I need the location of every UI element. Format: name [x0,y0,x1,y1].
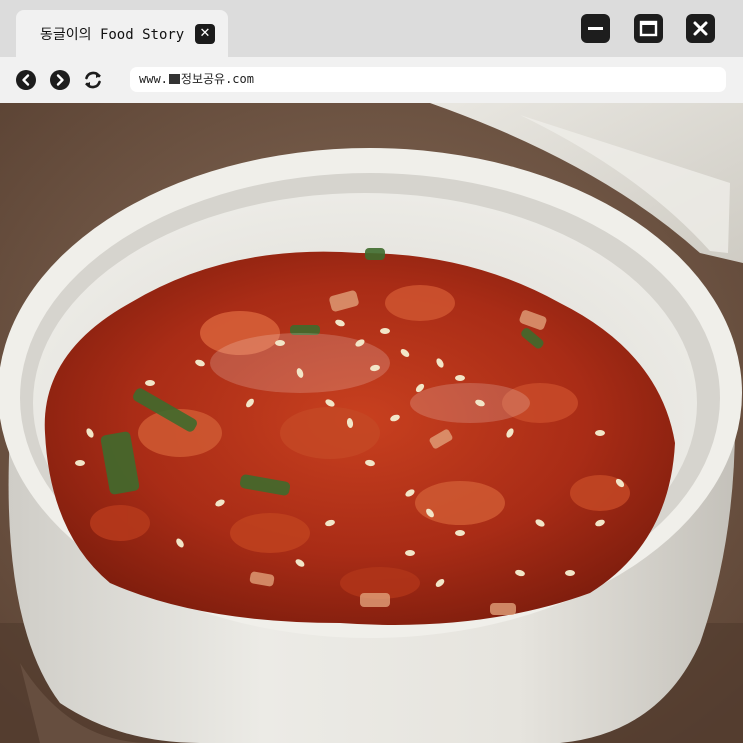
page-content-photo [0,103,743,743]
food-photo [0,103,743,743]
browser-tab[interactable]: 동글이의 Food Story ✕ [16,10,228,57]
url-prefix: www. [139,72,168,86]
close-icon: ✕ [199,26,211,41]
tab-close-button[interactable]: ✕ [195,24,215,44]
back-icon[interactable] [15,69,37,91]
url-flag-mark [168,74,180,84]
url-field[interactable]: www. 정보공유.com [130,67,726,92]
maximize-button[interactable] [634,14,663,43]
forward-icon[interactable] [49,69,71,91]
maximize-icon [639,20,658,37]
browser-window: 동글이의 Food Story ✕ www. 정보공유.com [0,0,743,743]
minimize-icon [588,27,603,30]
url-domain: 정보공유.com [180,72,254,86]
address-bar: www. 정보공유.com [0,57,743,103]
close-window-button[interactable] [686,14,715,43]
title-bar: 동글이의 Food Story ✕ [0,0,743,57]
minimize-button[interactable] [581,14,610,43]
tab-title: 동글이의 Food Story [40,27,185,43]
refresh-icon[interactable] [82,69,104,91]
close-icon [693,21,708,36]
